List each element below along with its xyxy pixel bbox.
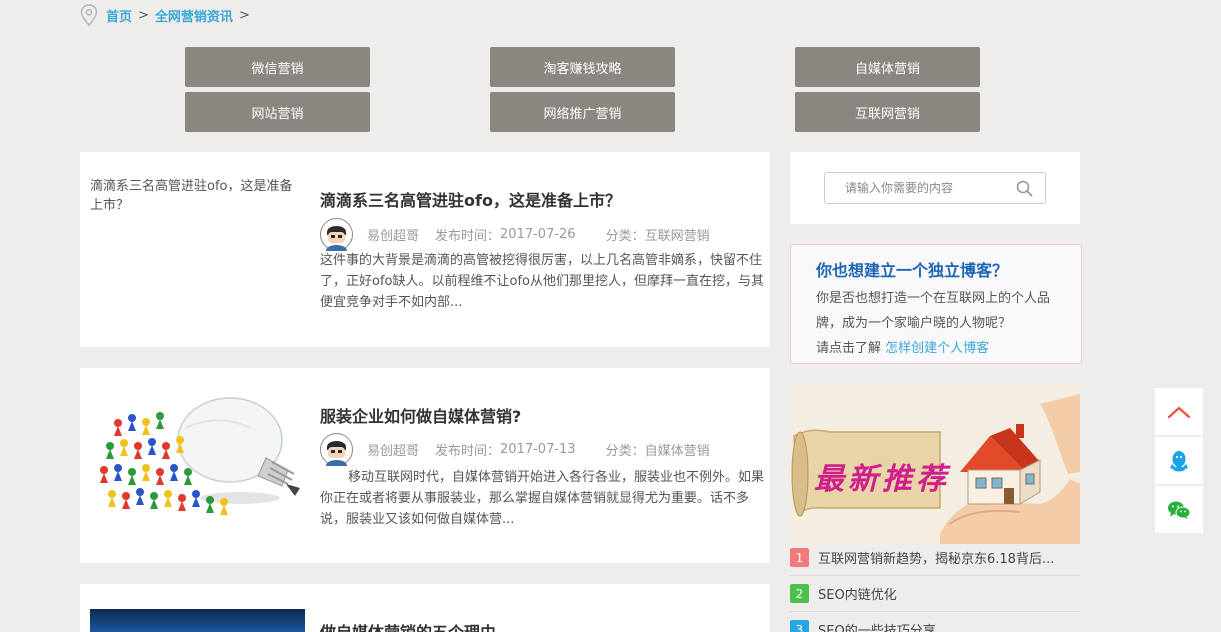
article-thumbnail[interactable] xyxy=(90,609,305,632)
search-icon[interactable] xyxy=(1016,180,1033,197)
promo-body: 你是否也想打造一个在互联网上的个人品牌，成为一个家喻户晓的人物呢？ xyxy=(816,291,1051,331)
recommend-banner-title: 最新推荐 xyxy=(814,462,950,497)
search-field xyxy=(824,172,1046,204)
list-item-title[interactable]: SEO内链优化 xyxy=(818,584,897,603)
author-avatar-icon xyxy=(320,433,353,466)
promo-heading: 你也想建立一个独立博客？ xyxy=(816,261,1009,280)
category-button-self-media[interactable]: 自媒体营销 xyxy=(795,47,980,87)
breadcrumb-separator: > xyxy=(138,7,149,23)
article-excerpt: 这件事的大背景是滴滴的高管被挖得很厉害，以上几名高管非嫡系，快留不住了，正好of… xyxy=(320,253,764,310)
rank-number-badge: 2 xyxy=(790,584,809,603)
article-author: 易创超哥 xyxy=(367,444,420,459)
article-author: 易创超哥 xyxy=(367,229,420,244)
category-button-wechat[interactable]: 微信营销 xyxy=(185,47,370,87)
breadcrumb-category-link[interactable]: 全网营销资讯 xyxy=(155,6,233,25)
article-card: 滴滴系三名高管进驻ofo，这是准备上市？ 滴滴系三名高管进驻ofo，这是准备上市… xyxy=(80,152,770,347)
blog-promo-panel: 你也想建立一个独立博客？ 你是否也想打造一个在互联网上的个人品牌，成为一个家喻户… xyxy=(790,244,1082,364)
list-item-title[interactable]: 互联网营销新趋势，揭秘京东6.18背后... xyxy=(818,548,1054,567)
category-button-website[interactable]: 网站营销 xyxy=(185,92,370,132)
article-category[interactable]: 分类：自媒体营销 xyxy=(606,440,710,459)
article-title[interactable]: 做自媒体营销的五个理由 xyxy=(320,619,496,632)
article-excerpt-text: 移动互联网时代，自媒体营销开始进入各行各业，服装业也不例外。如果你正在或者将要从… xyxy=(320,470,765,527)
article-date-label: 发布时间： xyxy=(435,229,501,244)
qq-icon xyxy=(1170,450,1188,471)
location-pin-icon xyxy=(80,4,98,26)
article-meta: 易创超哥 发布时间： 2017-07-13 分类：自媒体营销 xyxy=(320,433,710,466)
latest-recommend-banner: 最新推荐 xyxy=(790,384,1080,544)
article-date-label: 发布时间： xyxy=(435,444,501,459)
breadcrumb-separator: > xyxy=(238,7,250,23)
qq-button[interactable] xyxy=(1155,437,1203,485)
recommend-list: 1 互联网营销新趋势，揭秘京东6.18背后... 2 SEO内链优化 3 SEO… xyxy=(790,540,1080,632)
broken-image-alt-text: 滴滴系三名高管进驻ofo，这是准备上市？ xyxy=(90,179,293,213)
promo-text: 你是否也想打造一个在互联网上的个人品牌，成为一个家喻户晓的人物呢？ 请点击了解 … xyxy=(816,286,1066,361)
article-card: 服装企业如何做自媒体营销? 易创超哥 发布时间： 2017-07-13 分类：自… xyxy=(80,368,770,563)
category-button-promotion[interactable]: 网络推广营销 xyxy=(490,92,675,132)
search-panel xyxy=(790,152,1080,224)
wechat-button[interactable] xyxy=(1155,486,1203,534)
list-item-title[interactable]: SEO的一些技巧分享 xyxy=(818,620,936,632)
search-input[interactable] xyxy=(845,181,1005,195)
lightbulb-pawns-image xyxy=(100,397,300,515)
author-avatar-icon xyxy=(320,218,353,251)
breadcrumb-home-link[interactable]: 首页 xyxy=(106,6,132,25)
chevron-up-icon xyxy=(1167,406,1191,418)
article-thumbnail[interactable]: 滴滴系三名高管进驻ofo，这是准备上市？ xyxy=(90,177,305,327)
article-date: 2017-07-13 xyxy=(500,442,576,457)
back-to-top-button[interactable] xyxy=(1155,388,1203,436)
article-excerpt: 移动互联网时代，自媒体营销开始进入各行各业，服装业也不例外。如果你正在或者将要从… xyxy=(320,467,768,530)
list-item[interactable]: 2 SEO内链优化 xyxy=(790,576,1080,612)
floating-toolbar xyxy=(1155,388,1203,535)
promo-cta-prefix: 请点击了解 xyxy=(816,341,882,356)
list-item[interactable]: 1 互联网营销新趋势，揭秘京东6.18背后... xyxy=(790,540,1080,576)
article-meta: 易创超哥 发布时间： 2017-07-26 分类：互联网营销 xyxy=(320,218,710,251)
promo-cta-link[interactable]: 怎样创建个人博客 xyxy=(885,341,989,356)
category-button-taoke[interactable]: 淘客赚钱攻略 xyxy=(490,47,675,87)
article-thumbnail[interactable] xyxy=(90,388,305,538)
wechat-icon xyxy=(1168,501,1191,519)
article-category[interactable]: 分类：互联网营销 xyxy=(606,225,710,244)
article-date: 2017-07-26 xyxy=(500,227,576,242)
article-title[interactable]: 服装企业如何做自媒体营销? xyxy=(320,403,521,427)
article-card: 做自媒体营销的五个理由 xyxy=(80,584,770,632)
list-item[interactable]: 3 SEO的一些技巧分享 xyxy=(790,612,1080,632)
category-button-internet[interactable]: 互联网营销 xyxy=(795,92,980,132)
rank-number-badge: 1 xyxy=(790,548,809,567)
rank-number-badge: 3 xyxy=(790,620,809,632)
breadcrumb: 首页 > 全网营销资讯 > xyxy=(80,2,256,28)
article-title[interactable]: 滴滴系三名高管进驻ofo，这是准备上市？ xyxy=(320,187,621,211)
